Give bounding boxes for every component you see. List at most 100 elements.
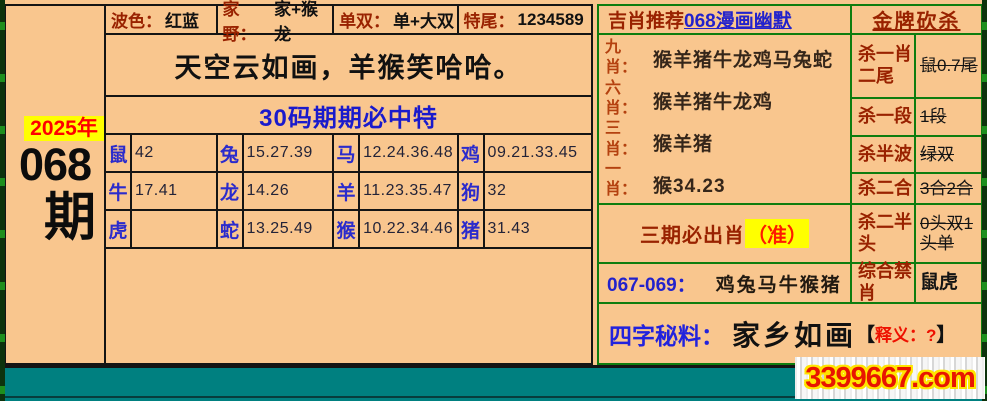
six-xiao-value: 猴羊猪牛龙鸡 (653, 92, 774, 113)
zodiac-numbers: 09.21.33.45 (487, 144, 578, 161)
zodiac-label: 鼠 (106, 135, 132, 171)
zodiac-numbers: 15.27.39 (246, 144, 313, 161)
zodiac-cell-tiger: 虎 (106, 211, 218, 247)
zodiac-label: 兔 (218, 135, 244, 171)
three-xiao-value: 猴羊猪 (653, 134, 714, 155)
odd-even-value: 单+大双 (393, 12, 454, 31)
zodiac-numbers: 17.41 (135, 182, 178, 199)
left-edge-decoration (0, 0, 5, 401)
four-char-secret-cell: 四字秘料： 家乡如画 【 释义：? 】 (599, 304, 981, 363)
kill-half-wave-label: 杀半波 (852, 137, 916, 174)
kill-one-segment-label: 杀一段 (852, 99, 916, 137)
zodiac-numbers: 11.23.35.47 (363, 182, 452, 199)
home-wild-cell: 家野： 家+猴龙 (218, 0, 335, 44)
secret-meaning-note: 释义：? (875, 326, 937, 345)
zodiac-label: 虎 (106, 211, 132, 247)
empty-area (106, 249, 591, 363)
attribute-header-row: 波色： 红蓝 家野： 家+猴龙 单双： 单+大双 特尾： 1234589 (106, 0, 591, 44)
wave-color-label: 波色： (111, 12, 162, 31)
zodiac-label: 鸡 (459, 135, 485, 171)
wave-color-value: 红蓝 (165, 12, 199, 31)
period-range-label: 067-069： (607, 274, 696, 296)
slogan-text: 天空云如画，羊猴笑哈哈。 (174, 52, 523, 83)
zodiac-cell-goat: 羊 11.23.35.47 (334, 173, 459, 209)
zodiac-cell-ox: 牛 17.41 (106, 173, 218, 209)
zodiac-numbers: 12.24.36.48 (363, 144, 454, 161)
zodiac-cell-pig: 猪 31.43 (459, 211, 591, 247)
issue-number: 068 (18, 139, 92, 190)
three-period-accurate-mark: （准） (745, 219, 809, 248)
zodiac-label: 马 (334, 135, 361, 171)
site-url[interactable]: 3399667.com (805, 362, 976, 395)
kill-two-half-head-label: 杀二半头 (852, 205, 916, 264)
zodiac-row-1: 鼠 42 兔 15.27.39 马 12.24.36.48 鸡 09.21.33… (106, 135, 591, 173)
zodiac-numbers: 32 (487, 182, 507, 199)
zodiac-label: 龙 (218, 173, 244, 209)
recommend-header-cell: 吉肖推荐 068漫画幽默 (599, 6, 852, 35)
xiao-tier-values: 猴羊猪牛龙鸡马兔蛇 猴羊猪牛龙鸡 猴羊猪 猴34.23 (637, 35, 850, 203)
main-table: 波色： 红蓝 家野： 家+猴龙 单双： 单+大双 特尾： 1234589 天空云… (106, 0, 593, 365)
one-xiao-value: 猴34.23 (653, 176, 726, 197)
zodiac-numbers: 31.43 (487, 220, 531, 237)
four-char-secret-label: 四字秘料： (609, 322, 724, 349)
right-edge-decoration (982, 0, 987, 401)
subtitle-row: 30码期期必中特 (106, 97, 591, 135)
zodiac-cell-rat: 鼠 42 (106, 135, 218, 171)
kill-one-xiao-two-tail-label: 杀一肖二尾 (852, 35, 916, 99)
gold-kill-header-cell: 金牌砍杀 (852, 6, 981, 35)
zodiac-label: 猪 (459, 211, 485, 247)
wave-color-cell: 波色： 红蓝 (106, 6, 218, 33)
zodiac-label: 牛 (106, 173, 132, 209)
kill-two-sum-label: 杀二合 (852, 174, 916, 205)
zodiac-cell-rabbit: 兔 15.27.39 (218, 135, 335, 171)
issue-panel: 2025年 068 期 (4, 4, 106, 365)
lottery-chart-page: 2025年 068 期 波色： 红蓝 家野： 家+猴龙 单双： 单+大双 特尾：… (0, 0, 987, 401)
xiao-tier-labels: 九 肖： 六 肖： 三 肖： 一 肖： (605, 39, 638, 199)
zodiac-numbers: 10.22.34.46 (363, 220, 454, 237)
zodiac-label: 蛇 (218, 211, 244, 247)
zodiac-label: 猴 (334, 211, 361, 247)
kill-two-sum-value: 3合2合 (916, 174, 981, 205)
zodiac-cell-snake: 蛇 13.25.49 (218, 211, 335, 247)
site-watermark[interactable]: 3399667.com (795, 357, 985, 399)
issue-suffix: 期 (43, 189, 96, 247)
odd-even-cell: 单双： 单+大双 (334, 6, 459, 33)
comic-humor-link[interactable]: 068漫画幽默 (684, 6, 792, 33)
recommendation-panel: 吉肖推荐 068漫画幽默 金牌砍杀 九 肖： 六 肖： 三 肖： 一 肖： 猴羊… (597, 4, 983, 365)
period-range-cell: 067-069： 鸡兔马牛猴猪 (599, 264, 852, 304)
zodiac-row-3: 虎 蛇 13.25.49 猴 10.22.34.46 猪 31.43 (106, 211, 591, 249)
odd-even-label: 单双： (339, 12, 391, 31)
four-char-secret-value: 家乡如画 (732, 319, 857, 351)
kill-two-half-head-value: 0头双1头单 (916, 205, 981, 264)
combined-forbidden-xiao-label: 综合禁肖 (852, 261, 916, 304)
zodiac-cell-rooster: 鸡 09.21.33.45 (459, 135, 591, 171)
subtitle-text: 30码期期必中特 (259, 104, 438, 132)
zodiac-numbers: 14.26 (246, 182, 290, 199)
zodiac-numbers: 13.25.49 (246, 220, 313, 237)
slogan-row: 天空云如画，羊猴笑哈哈。 (106, 35, 591, 97)
bracket-close: 】 (936, 325, 956, 346)
lucky-zodiac-block: 九 肖： 六 肖： 三 肖： 一 肖： 猴羊猪牛龙鸡马兔蛇 猴羊猪牛龙鸡 猴羊猪… (599, 35, 852, 205)
three-period-cell: 三期必出肖 （准） (599, 205, 852, 264)
period-range-value: 鸡兔马牛猴猪 (715, 274, 842, 296)
special-tail-value: 1234589 (517, 9, 584, 29)
kill-one-segment-value: 1段 (916, 99, 981, 137)
zodiac-cell-monkey: 猴 10.22.34.46 (334, 211, 459, 247)
nine-xiao-value: 猴羊猪牛龙鸡马兔蛇 (653, 50, 834, 71)
zodiac-numbers: 42 (135, 144, 154, 161)
year-badge: 2025年 (24, 116, 104, 141)
zodiac-cell-dog: 狗 32 (459, 173, 591, 209)
kill-half-wave-value: 绿双 (916, 137, 981, 174)
kill-one-xiao-two-tail-value: 鼠0.7尾 (916, 35, 981, 99)
special-tail-label: 特尾： (463, 12, 515, 31)
zodiac-cell-horse: 马 12.24.36.48 (334, 135, 459, 171)
recommend-prefix: 吉肖推荐 (608, 11, 685, 32)
bracket-open: 【 (856, 325, 876, 346)
special-tail-cell: 特尾： 1234589 (459, 6, 591, 33)
three-period-title: 三期必出肖 (640, 225, 745, 247)
zodiac-label: 狗 (459, 173, 485, 209)
zodiac-numbers (132, 211, 216, 247)
gold-kill-title: 金牌砍杀 (872, 11, 961, 33)
zodiac-row-2: 牛 17.41 龙 14.26 羊 11.23.35.47 狗 32 (106, 173, 591, 211)
zodiac-label: 羊 (334, 173, 361, 209)
